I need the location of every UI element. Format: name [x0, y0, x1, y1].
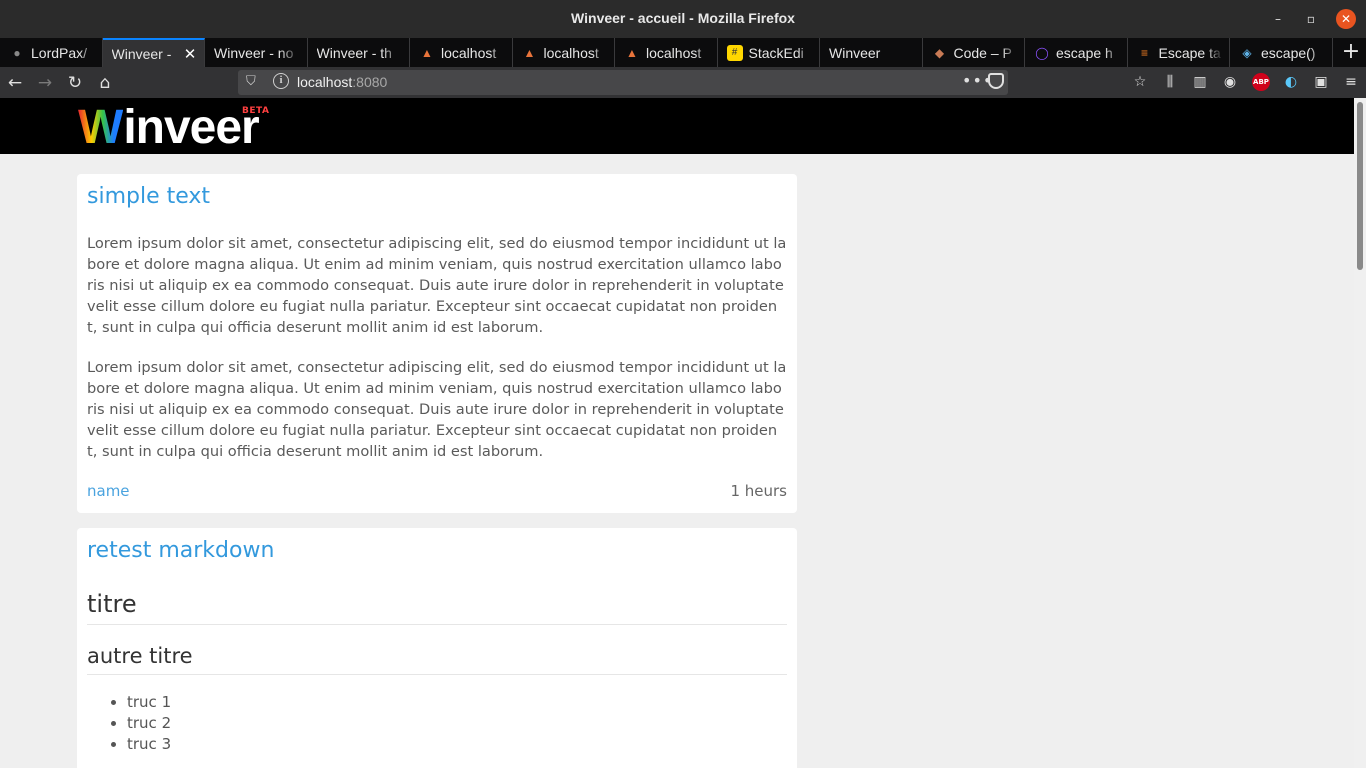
- menu-icon[interactable]: ≡: [1341, 72, 1361, 92]
- tab-winveer-no[interactable]: Winveer - no: [205, 38, 308, 67]
- stackedit-icon: #: [726, 44, 743, 61]
- post-footer: name 1 heurs: [87, 482, 787, 503]
- tab-winveer[interactable]: Winveer: [820, 38, 923, 67]
- scrollbar-thumb[interactable]: [1357, 102, 1363, 270]
- post-paragraph: Lorem ipsum dolor sit amet, consectetur …: [87, 359, 787, 460]
- tab-winveer-active[interactable]: Winveer - ✕: [102, 38, 205, 67]
- window-titlebar: Winveer - accueil - Mozilla Firefox – ▫ …: [0, 0, 1366, 38]
- sidebar-icon[interactable]: ▥: [1190, 72, 1210, 92]
- post-author-link[interactable]: name: [87, 482, 130, 500]
- tab-strip: ● LordPax/ Winveer - ✕ Winveer - no Winv…: [0, 38, 1366, 67]
- tab-label: localhost: [543, 44, 599, 61]
- extension-icon[interactable]: ◐: [1281, 72, 1301, 92]
- tab-label: escape(): [1261, 44, 1316, 61]
- forward-button[interactable]: →: [34, 72, 56, 94]
- url-bar[interactable]: ⛉ i localhost:8080 •••: [238, 70, 1008, 95]
- vuepress-icon: ▲: [421, 45, 433, 60]
- window-title: Winveer - accueil - Mozilla Firefox: [571, 10, 795, 26]
- home-button[interactable]: ⌂: [94, 72, 116, 94]
- post-card: retest markdown titre autre titre truc 1…: [77, 528, 797, 768]
- reader-extension-icon[interactable]: ▣: [1311, 72, 1331, 92]
- tab-label: Winveer - no: [214, 44, 294, 61]
- tab-escape-docs[interactable]: ◈ escape(): [1230, 38, 1333, 67]
- page-scrollbar[interactable]: [1354, 98, 1366, 768]
- vuepress-icon: ▲: [626, 45, 638, 60]
- logo-text: inveer: [123, 101, 259, 154]
- url-text[interactable]: localhost:8080: [297, 74, 387, 90]
- tab-label: Escape ta: [1158, 44, 1221, 61]
- post-paragraph: Lorem ipsum dolor sit amet, consectetur …: [87, 235, 787, 336]
- account-icon[interactable]: ◉: [1220, 72, 1240, 92]
- tab-label: Winveer -: [111, 45, 172, 62]
- stackoverflow-icon: ≡: [1140, 45, 1148, 60]
- tab-localhost-2[interactable]: ▲ localhost: [513, 38, 615, 67]
- tab-codepen[interactable]: ◆ Code – P: [923, 38, 1025, 67]
- site-logo[interactable]: Winveer BETA: [78, 101, 269, 154]
- tab-stackedit[interactable]: # StackEdi: [718, 38, 820, 67]
- minimize-button[interactable]: –: [1268, 9, 1288, 29]
- back-button[interactable]: ←: [4, 72, 26, 94]
- maximize-button[interactable]: ▫: [1301, 9, 1321, 29]
- pocket-icon[interactable]: [988, 73, 1004, 89]
- tab-label: StackEdi: [748, 44, 804, 61]
- tab-label: escape h: [1056, 44, 1113, 61]
- tab-label: Code – P: [953, 44, 1012, 61]
- beta-badge: BETA: [242, 106, 270, 116]
- bookmark-star-icon[interactable]: ☆: [1130, 72, 1150, 92]
- tracking-shield-icon[interactable]: ⛉: [246, 74, 256, 89]
- list-item: truc 2: [127, 713, 787, 734]
- logo-w: W: [78, 101, 124, 154]
- site-info-icon[interactable]: i: [273, 73, 289, 89]
- site-header: Winveer BETA: [0, 98, 1354, 154]
- tab-lordpax[interactable]: ● LordPax/: [0, 38, 103, 67]
- markdown-list: truc 1 truc 2 truc 3: [87, 692, 787, 755]
- vuepress-icon: ▲: [523, 45, 536, 60]
- new-tab-button[interactable]: +: [1336, 38, 1366, 67]
- tab-label: localhost: [646, 44, 702, 61]
- close-window-button[interactable]: ✕: [1336, 9, 1356, 29]
- adblock-icon[interactable]: ABP: [1252, 73, 1270, 91]
- navigation-toolbar: ← → ↻ ⌂ ⛉ i localhost:8080 ••• ☆ ⫼ ▥ ◉ A…: [0, 67, 1366, 98]
- list-item: truc 3: [127, 734, 787, 755]
- post-title[interactable]: simple text: [87, 182, 787, 212]
- list-item: truc 1: [127, 692, 787, 713]
- tab-localhost-3[interactable]: ▲ localhost: [615, 38, 718, 67]
- tab-label: Winveer: [829, 44, 881, 61]
- docs-icon: ◈: [1242, 45, 1252, 60]
- tab-label: Winveer - th: [316, 44, 392, 61]
- page-viewport: Winveer BETA simple text Lorem ipsum dol…: [0, 98, 1354, 768]
- search-icon: ◯: [1035, 45, 1049, 60]
- post-card: simple text Lorem ipsum dolor sit amet, …: [77, 174, 797, 513]
- markdown-heading-1: titre: [87, 588, 787, 625]
- tab-escape-search[interactable]: ◯ escape h: [1025, 38, 1128, 67]
- tab-label: LordPax/: [31, 44, 88, 61]
- post-time: 1 heurs: [730, 482, 787, 500]
- codepen-icon: ◆: [934, 45, 945, 60]
- tab-escape-stackoverflow[interactable]: ≡ Escape ta: [1128, 38, 1230, 67]
- post-title[interactable]: retest markdown: [87, 536, 787, 566]
- tab-localhost-1[interactable]: ▲ localhost: [410, 38, 513, 67]
- close-tab-icon[interactable]: ✕: [182, 45, 198, 63]
- tab-label: localhost: [441, 44, 497, 61]
- library-icon[interactable]: ⫼: [1160, 72, 1180, 92]
- reload-button[interactable]: ↻: [64, 72, 86, 94]
- github-icon: ●: [13, 45, 21, 60]
- markdown-heading-2: autre titre: [87, 641, 787, 675]
- tab-winveer-th[interactable]: Winveer - th: [308, 38, 410, 67]
